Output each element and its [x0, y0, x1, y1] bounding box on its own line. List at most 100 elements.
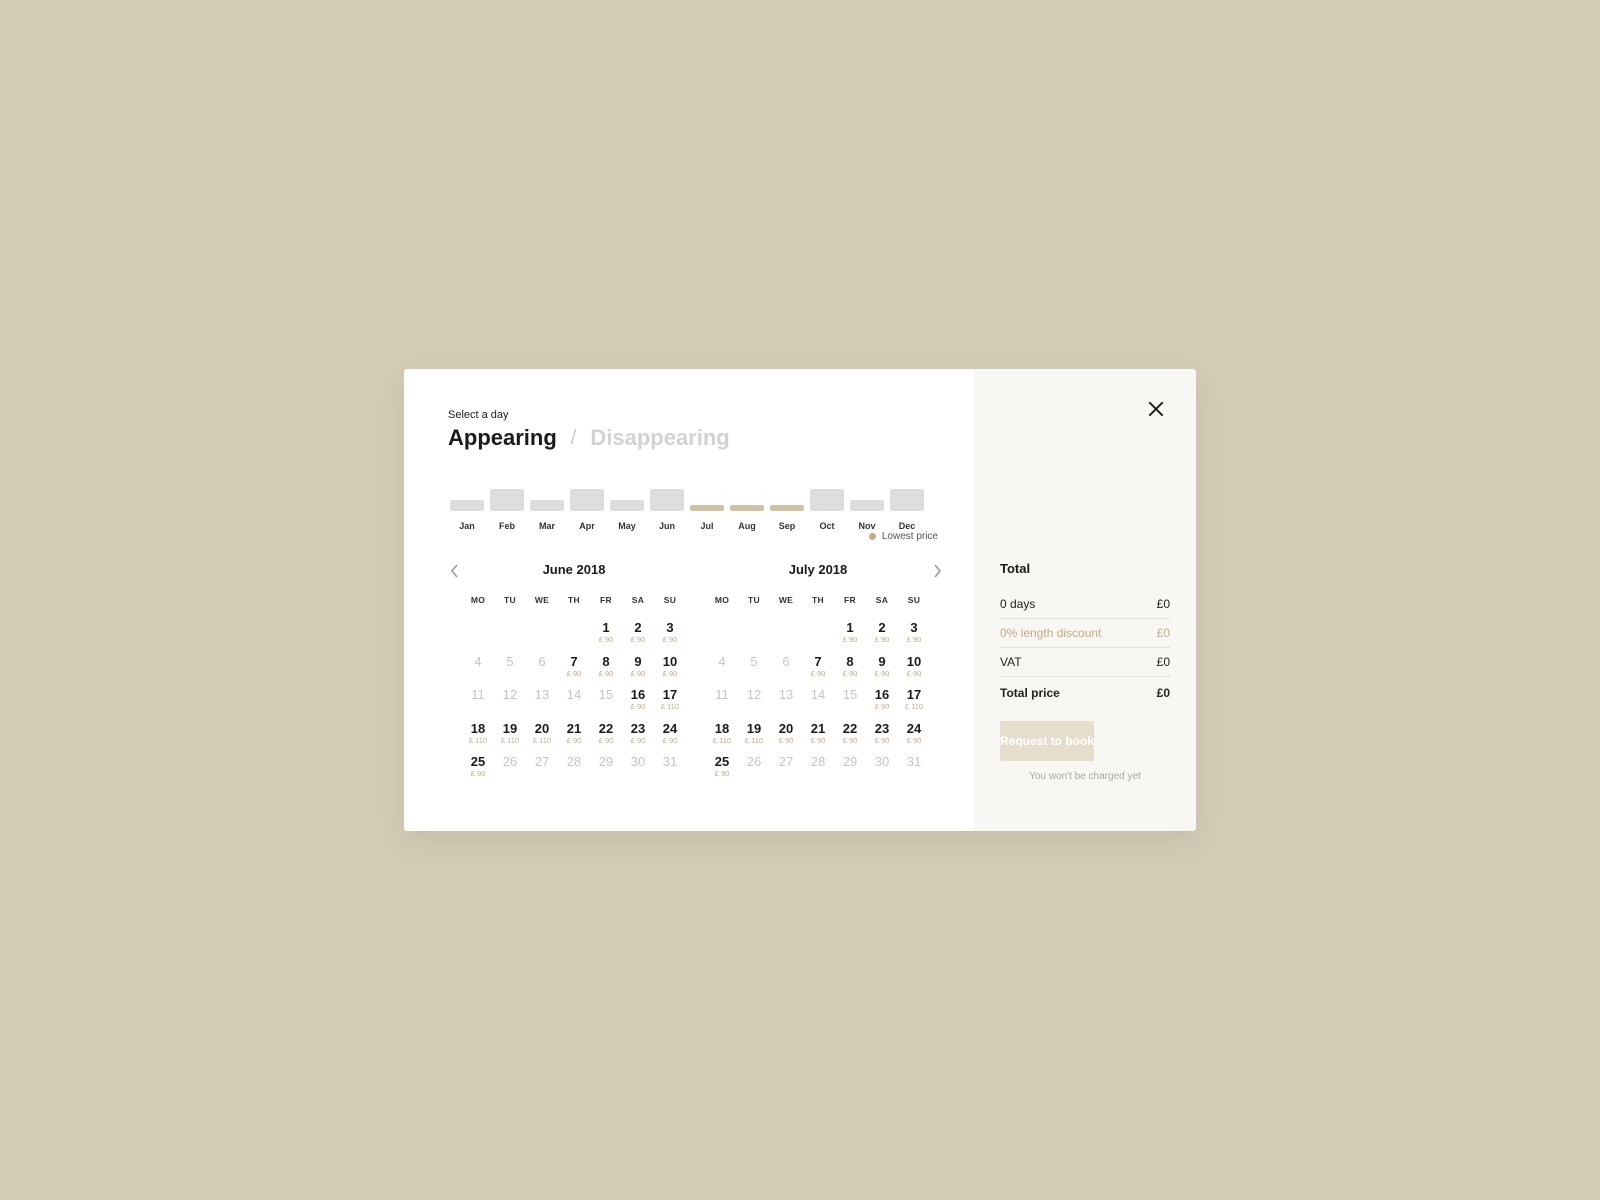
- calendar-day: 14: [558, 688, 590, 712]
- calendar-day[interactable]: 1£ 90: [590, 621, 622, 645]
- day-number: 23: [622, 722, 654, 736]
- calendar-day[interactable]: 19£ 110: [738, 722, 770, 746]
- tab-appearing[interactable]: Appearing: [448, 425, 557, 451]
- day-number: 13: [770, 688, 802, 702]
- calendar-day[interactable]: 3£ 90: [654, 621, 686, 645]
- calendar-day[interactable]: 25£ 90: [706, 755, 738, 779]
- month-bar-dec[interactable]: [888, 489, 926, 511]
- day-number: 8: [590, 655, 622, 669]
- calendar-day[interactable]: 17£ 110: [654, 688, 686, 712]
- calendar-day[interactable]: 7£ 90: [558, 655, 590, 679]
- calendar-day[interactable]: 24£ 90: [654, 722, 686, 746]
- month-bar-jan[interactable]: [448, 500, 486, 511]
- month-bar-fill: [490, 489, 524, 511]
- calendar-day[interactable]: 19£ 110: [494, 722, 526, 746]
- month-bar-fill: [570, 489, 604, 511]
- calendar-day[interactable]: 2£ 90: [866, 621, 898, 645]
- day-number: 28: [802, 755, 834, 769]
- calendar-day[interactable]: 16£ 90: [622, 688, 654, 712]
- close-button[interactable]: [1146, 399, 1166, 424]
- calendar-day[interactable]: 22£ 90: [834, 722, 866, 746]
- calendar-day[interactable]: 1£ 90: [834, 621, 866, 645]
- totals-panel: Total 0 days£00% length discount£0VAT£0 …: [974, 369, 1196, 831]
- prev-month-button[interactable]: [448, 562, 462, 585]
- request-to-book-button[interactable]: Request to book: [1000, 721, 1094, 761]
- calendar-day[interactable]: 10£ 90: [654, 655, 686, 679]
- calendar-day[interactable]: 17£ 110: [898, 688, 930, 712]
- day-number: 1: [834, 621, 866, 635]
- month-label: Oct: [819, 521, 834, 531]
- totals-row-label: 0% length discount: [1000, 626, 1101, 640]
- calendar-day[interactable]: 7£ 90: [802, 655, 834, 679]
- month-bar-fill: [450, 500, 484, 511]
- calendar-day[interactable]: 23£ 90: [622, 722, 654, 746]
- calendar-day[interactable]: 22£ 90: [590, 722, 622, 746]
- month-bar-fill: [610, 500, 644, 511]
- month-bar-fill: [890, 489, 924, 511]
- day-number: 22: [590, 722, 622, 736]
- day-price: £ 90: [834, 737, 866, 745]
- month-label: Jul: [700, 521, 713, 531]
- calendar-day[interactable]: 25£ 90: [462, 755, 494, 779]
- calendar-day[interactable]: 20£ 90: [770, 722, 802, 746]
- calendar-day[interactable]: 3£ 90: [898, 621, 930, 645]
- totals-row: VAT£0: [1000, 648, 1170, 677]
- calendar-day[interactable]: 21£ 90: [558, 722, 590, 746]
- day-price: £ 110: [462, 737, 494, 745]
- day-price: £ 90: [706, 770, 738, 778]
- month-bar-apr[interactable]: [568, 489, 606, 511]
- totals-row-value: £0: [1157, 626, 1170, 640]
- day-number: 11: [706, 688, 738, 702]
- calendar-left: June 2018 MOTUWETHFRSASU1£ 902£ 903£ 904…: [462, 562, 686, 779]
- month-bar-oct[interactable]: [808, 489, 846, 511]
- month-bar-jul[interactable]: [688, 505, 726, 511]
- next-month-button[interactable]: [930, 562, 944, 585]
- day-number: 15: [590, 688, 622, 702]
- calendar-day[interactable]: 9£ 90: [866, 655, 898, 679]
- month-bar-fill: [530, 500, 564, 511]
- day-number: 12: [494, 688, 526, 702]
- day-price: £ 90: [654, 636, 686, 644]
- day-number: 24: [654, 722, 686, 736]
- calendar-day[interactable]: 10£ 90: [898, 655, 930, 679]
- day-number: 12: [738, 688, 770, 702]
- mode-tabs: Appearing / Disappearing: [448, 425, 944, 451]
- calendar-day[interactable]: 18£ 110: [462, 722, 494, 746]
- day-number: 20: [770, 722, 802, 736]
- chevron-left-icon: [450, 564, 460, 578]
- day-price: £ 90: [802, 670, 834, 678]
- calendar-day[interactable]: 9£ 90: [622, 655, 654, 679]
- day-number: 9: [866, 655, 898, 669]
- calendar-right-grid: MOTUWETHFRSASU1£ 902£ 903£ 904567£ 908£ …: [706, 595, 930, 779]
- month-bar-sep[interactable]: [768, 505, 806, 511]
- calendar-right-title: July 2018: [706, 562, 930, 577]
- calendar-left-title: June 2018: [462, 562, 686, 577]
- month-bar-nov[interactable]: [848, 500, 886, 511]
- calendar-left-grid: MOTUWETHFRSASU1£ 902£ 903£ 904567£ 908£ …: [462, 595, 686, 779]
- calendar-day[interactable]: 16£ 90: [866, 688, 898, 712]
- calendar-day[interactable]: 2£ 90: [622, 621, 654, 645]
- calendar-day[interactable]: 23£ 90: [866, 722, 898, 746]
- month-bar-jun[interactable]: [648, 489, 686, 511]
- month-price-strip: [448, 481, 944, 511]
- calendar-day[interactable]: 8£ 90: [590, 655, 622, 679]
- calendar-day[interactable]: 21£ 90: [802, 722, 834, 746]
- month-bar-feb[interactable]: [488, 489, 526, 511]
- calendar-day[interactable]: 24£ 90: [898, 722, 930, 746]
- day-number: 11: [462, 688, 494, 702]
- total-price-row: Total price £0: [1000, 677, 1170, 707]
- month-bar-aug[interactable]: [728, 505, 766, 511]
- month-bar-fill: [730, 505, 764, 511]
- calendar-day[interactable]: 20£ 110: [526, 722, 558, 746]
- select-day-label: Select a day: [448, 409, 944, 421]
- calendar-day[interactable]: 18£ 110: [706, 722, 738, 746]
- tab-disappearing[interactable]: Disappearing: [590, 425, 729, 451]
- month-bar-may[interactable]: [608, 500, 646, 511]
- totals-row-value: £0: [1157, 597, 1170, 611]
- calendar-day: 11: [462, 688, 494, 712]
- calendar-day[interactable]: 8£ 90: [834, 655, 866, 679]
- month-bar-mar[interactable]: [528, 500, 566, 511]
- calendar-right: July 2018 MOTUWETHFRSASU1£ 902£ 903£ 904…: [706, 562, 930, 779]
- totals-row-value: £0: [1157, 655, 1170, 669]
- day-number: 4: [462, 655, 494, 669]
